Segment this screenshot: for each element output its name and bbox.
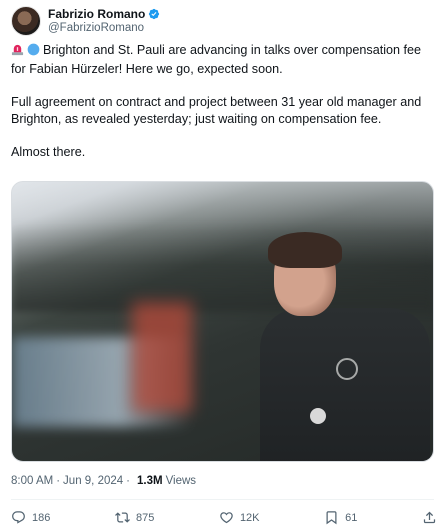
meta-separator: · bbox=[56, 475, 61, 487]
siren-icon bbox=[11, 43, 24, 61]
like-button[interactable]: 12K bbox=[219, 510, 260, 525]
reply-icon bbox=[12, 511, 25, 524]
share-button[interactable] bbox=[422, 510, 437, 525]
share-icon bbox=[423, 511, 436, 524]
photo-person-body bbox=[260, 308, 430, 461]
tweet-meta: 8:00 AM · Jun 9, 2024 · 1.3M Views bbox=[11, 475, 196, 487]
meta-separator-2: · bbox=[126, 475, 130, 487]
tweet-paragraph-3: Almost there. bbox=[11, 145, 86, 159]
tweet-time[interactable]: 8:00 AM bbox=[11, 475, 53, 487]
tweet-paragraph-1: Brighton and St. Pauli are advancing in … bbox=[11, 42, 436, 78]
tweet-header: Fabrizio Romano @FabrizioRomano bbox=[11, 6, 160, 36]
reply-count: 186 bbox=[32, 511, 51, 524]
bookmark-button[interactable]: 61 bbox=[324, 510, 357, 525]
like-count: 12K bbox=[239, 511, 260, 524]
name-row: Fabrizio Romano bbox=[48, 6, 160, 21]
author-handle[interactable]: @FabrizioRomano bbox=[48, 21, 160, 35]
tweet-actions: 186 875 12K 61 bbox=[11, 510, 437, 525]
reply-button[interactable]: 186 bbox=[11, 510, 50, 525]
blue-circle-icon bbox=[27, 43, 40, 61]
bookmark-count: 61 bbox=[345, 511, 358, 524]
tweet-paragraph-2: Full agreement on contract and project b… bbox=[11, 95, 422, 126]
tweet-text: Brighton and St. Pauli are advancing in … bbox=[11, 42, 436, 161]
author-names: Fabrizio Romano @FabrizioRomano bbox=[48, 6, 160, 35]
bookmark-icon bbox=[326, 511, 337, 525]
repost-icon bbox=[115, 512, 130, 523]
tweet-photo[interactable] bbox=[11, 181, 434, 462]
photo-sponsor-logo bbox=[310, 408, 326, 424]
tweet-paragraph-1-text: Brighton and St. Pauli are advancing in … bbox=[11, 43, 422, 76]
photo-club-crest bbox=[336, 358, 358, 380]
photo-blur-red bbox=[132, 302, 192, 412]
author-display-name[interactable]: Fabrizio Romano bbox=[48, 7, 145, 21]
divider bbox=[11, 499, 434, 500]
tweet-card: Fabrizio Romano @FabrizioRomano Brighton… bbox=[0, 0, 445, 531]
views-label: Views bbox=[165, 475, 197, 487]
repost-button[interactable]: 875 bbox=[115, 510, 154, 525]
verified-badge-icon bbox=[148, 8, 160, 20]
photo-stadium-background bbox=[12, 222, 433, 312]
photo-person-hair bbox=[268, 232, 342, 268]
views-count: 1.3M bbox=[137, 475, 163, 487]
heart-icon bbox=[220, 512, 233, 524]
avatar[interactable] bbox=[11, 6, 41, 36]
tweet-date[interactable]: Jun 9, 2024 bbox=[63, 475, 123, 487]
repost-count: 875 bbox=[135, 511, 155, 524]
